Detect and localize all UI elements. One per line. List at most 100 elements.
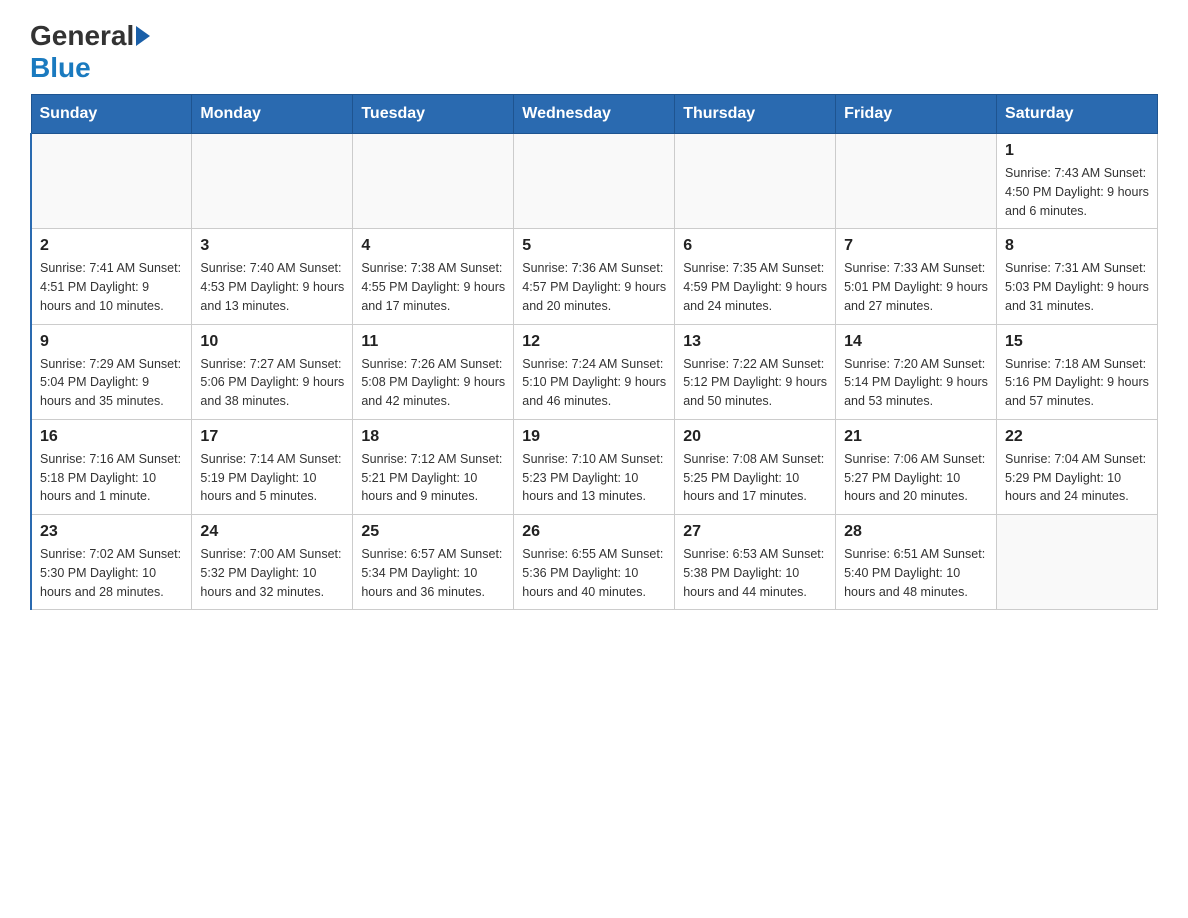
weekday-header-sunday: Sunday — [31, 95, 192, 134]
day-number: 1 — [1005, 142, 1149, 160]
calendar-cell: 28 Sunrise: 6:51 AM Sunset: 5:40 PM Dayli… — [836, 515, 997, 610]
weekday-header-friday: Friday — [836, 95, 997, 134]
day-info: Sunrise: 7:29 AM Sunset: 5:04 PM Dayligh… — [40, 355, 183, 411]
day-info: Sunrise: 7:35 AM Sunset: 4:59 PM Dayligh… — [683, 259, 827, 315]
day-info: Sunrise: 7:20 AM Sunset: 5:14 PM Dayligh… — [844, 355, 988, 411]
calendar-cell: 6 Sunrise: 7:35 AM Sunset: 4:59 PM Daylig… — [675, 229, 836, 324]
day-info: Sunrise: 7:43 AM Sunset: 4:50 PM Dayligh… — [1005, 164, 1149, 220]
day-number: 25 — [361, 523, 505, 541]
page-header: General Blue — [30, 20, 1158, 84]
calendar-cell: 1 Sunrise: 7:43 AM Sunset: 4:50 PM Daylig… — [997, 134, 1158, 229]
calendar-cell: 26 Sunrise: 6:55 AM Sunset: 5:36 PM Dayli… — [514, 515, 675, 610]
logo-arrow-icon — [136, 26, 150, 46]
day-info: Sunrise: 7:04 AM Sunset: 5:29 PM Dayligh… — [1005, 450, 1149, 506]
day-info: Sunrise: 7:22 AM Sunset: 5:12 PM Dayligh… — [683, 355, 827, 411]
calendar-cell — [675, 134, 836, 229]
calendar-week-row: 1 Sunrise: 7:43 AM Sunset: 4:50 PM Daylig… — [31, 134, 1158, 229]
day-number: 15 — [1005, 333, 1149, 351]
day-number: 19 — [522, 428, 666, 446]
calendar-cell — [836, 134, 997, 229]
day-number: 17 — [200, 428, 344, 446]
day-info: Sunrise: 6:57 AM Sunset: 5:34 PM Dayligh… — [361, 545, 505, 601]
day-info: Sunrise: 7:08 AM Sunset: 5:25 PM Dayligh… — [683, 450, 827, 506]
calendar-cell: 2 Sunrise: 7:41 AM Sunset: 4:51 PM Daylig… — [31, 229, 192, 324]
day-number: 18 — [361, 428, 505, 446]
calendar-cell — [192, 134, 353, 229]
calendar-cell: 14 Sunrise: 7:20 AM Sunset: 5:14 PM Dayli… — [836, 324, 997, 419]
day-number: 4 — [361, 237, 505, 255]
day-info: Sunrise: 7:40 AM Sunset: 4:53 PM Dayligh… — [200, 259, 344, 315]
day-info: Sunrise: 7:26 AM Sunset: 5:08 PM Dayligh… — [361, 355, 505, 411]
day-number: 11 — [361, 333, 505, 351]
weekday-header-wednesday: Wednesday — [514, 95, 675, 134]
logo-general-text: General — [30, 20, 134, 52]
day-number: 5 — [522, 237, 666, 255]
day-info: Sunrise: 7:33 AM Sunset: 5:01 PM Dayligh… — [844, 259, 988, 315]
calendar-cell: 27 Sunrise: 6:53 AM Sunset: 5:38 PM Dayli… — [675, 515, 836, 610]
day-number: 12 — [522, 333, 666, 351]
day-number: 27 — [683, 523, 827, 541]
calendar-week-row: 2 Sunrise: 7:41 AM Sunset: 4:51 PM Daylig… — [31, 229, 1158, 324]
calendar-cell: 5 Sunrise: 7:36 AM Sunset: 4:57 PM Daylig… — [514, 229, 675, 324]
day-info: Sunrise: 7:16 AM Sunset: 5:18 PM Dayligh… — [40, 450, 183, 506]
day-number: 16 — [40, 428, 183, 446]
day-number: 26 — [522, 523, 666, 541]
calendar-cell: 18 Sunrise: 7:12 AM Sunset: 5:21 PM Dayli… — [353, 419, 514, 514]
day-info: Sunrise: 7:38 AM Sunset: 4:55 PM Dayligh… — [361, 259, 505, 315]
calendar-cell: 24 Sunrise: 7:00 AM Sunset: 5:32 PM Dayli… — [192, 515, 353, 610]
calendar-cell: 12 Sunrise: 7:24 AM Sunset: 5:10 PM Dayli… — [514, 324, 675, 419]
calendar-cell: 23Sunrise: 7:02 AM Sunset: 5:30 PM Dayli… — [31, 515, 192, 610]
calendar-week-row: 23Sunrise: 7:02 AM Sunset: 5:30 PM Dayli… — [31, 515, 1158, 610]
weekday-header-monday: Monday — [192, 95, 353, 134]
day-number: 20 — [683, 428, 827, 446]
calendar-cell: 15 Sunrise: 7:18 AM Sunset: 5:16 PM Dayli… — [997, 324, 1158, 419]
day-number: 21 — [844, 428, 988, 446]
weekday-header-thursday: Thursday — [675, 95, 836, 134]
calendar-cell: 10 Sunrise: 7:27 AM Sunset: 5:06 PM Dayli… — [192, 324, 353, 419]
day-number: 8 — [1005, 237, 1149, 255]
calendar-cell: 4 Sunrise: 7:38 AM Sunset: 4:55 PM Daylig… — [353, 229, 514, 324]
calendar-cell — [353, 134, 514, 229]
day-info: Sunrise: 7:36 AM Sunset: 4:57 PM Dayligh… — [522, 259, 666, 315]
day-number: 7 — [844, 237, 988, 255]
calendar-cell: 7 Sunrise: 7:33 AM Sunset: 5:01 PM Daylig… — [836, 229, 997, 324]
day-info: Sunrise: 7:27 AM Sunset: 5:06 PM Dayligh… — [200, 355, 344, 411]
calendar-cell: 19 Sunrise: 7:10 AM Sunset: 5:23 PM Dayli… — [514, 419, 675, 514]
calendar-cell — [31, 134, 192, 229]
day-number: 9 — [40, 333, 183, 351]
calendar-cell: 22 Sunrise: 7:04 AM Sunset: 5:29 PM Dayli… — [997, 419, 1158, 514]
calendar-cell: 8 Sunrise: 7:31 AM Sunset: 5:03 PM Daylig… — [997, 229, 1158, 324]
day-info: Sunrise: 7:18 AM Sunset: 5:16 PM Dayligh… — [1005, 355, 1149, 411]
calendar-cell: 9 Sunrise: 7:29 AM Sunset: 5:04 PM Daylig… — [31, 324, 192, 419]
calendar-week-row: 9 Sunrise: 7:29 AM Sunset: 5:04 PM Daylig… — [31, 324, 1158, 419]
day-info: Sunrise: 7:31 AM Sunset: 5:03 PM Dayligh… — [1005, 259, 1149, 315]
day-info: Sunrise: 7:14 AM Sunset: 5:19 PM Dayligh… — [200, 450, 344, 506]
calendar-cell — [997, 515, 1158, 610]
calendar-cell: 17 Sunrise: 7:14 AM Sunset: 5:19 PM Dayli… — [192, 419, 353, 514]
day-number: 28 — [844, 523, 988, 541]
calendar-week-row: 16 Sunrise: 7:16 AM Sunset: 5:18 PM Dayli… — [31, 419, 1158, 514]
day-number: 14 — [844, 333, 988, 351]
day-info: Sunrise: 6:53 AM Sunset: 5:38 PM Dayligh… — [683, 545, 827, 601]
weekday-header-saturday: Saturday — [997, 95, 1158, 134]
day-number: 6 — [683, 237, 827, 255]
day-number: 22 — [1005, 428, 1149, 446]
day-info: Sunrise: 6:51 AM Sunset: 5:40 PM Dayligh… — [844, 545, 988, 601]
calendar-header-row: SundayMondayTuesdayWednesdayThursdayFrid… — [31, 95, 1158, 134]
day-number: 13 — [683, 333, 827, 351]
day-number: 24 — [200, 523, 344, 541]
day-number: 23 — [40, 523, 183, 541]
day-info: Sunrise: 7:10 AM Sunset: 5:23 PM Dayligh… — [522, 450, 666, 506]
day-info: Sunrise: 7:12 AM Sunset: 5:21 PM Dayligh… — [361, 450, 505, 506]
calendar-cell: 11 Sunrise: 7:26 AM Sunset: 5:08 PM Dayli… — [353, 324, 514, 419]
logo: General Blue — [30, 20, 152, 84]
day-number: 2 — [40, 237, 183, 255]
day-number: 3 — [200, 237, 344, 255]
day-info: Sunrise: 7:06 AM Sunset: 5:27 PM Dayligh… — [844, 450, 988, 506]
calendar-cell: 3 Sunrise: 7:40 AM Sunset: 4:53 PM Daylig… — [192, 229, 353, 324]
day-info: Sunrise: 7:24 AM Sunset: 5:10 PM Dayligh… — [522, 355, 666, 411]
day-number: 10 — [200, 333, 344, 351]
day-info: Sunrise: 7:00 AM Sunset: 5:32 PM Dayligh… — [200, 545, 344, 601]
day-info: Sunrise: 7:41 AM Sunset: 4:51 PM Dayligh… — [40, 259, 183, 315]
day-info: Sunrise: 6:55 AM Sunset: 5:36 PM Dayligh… — [522, 545, 666, 601]
